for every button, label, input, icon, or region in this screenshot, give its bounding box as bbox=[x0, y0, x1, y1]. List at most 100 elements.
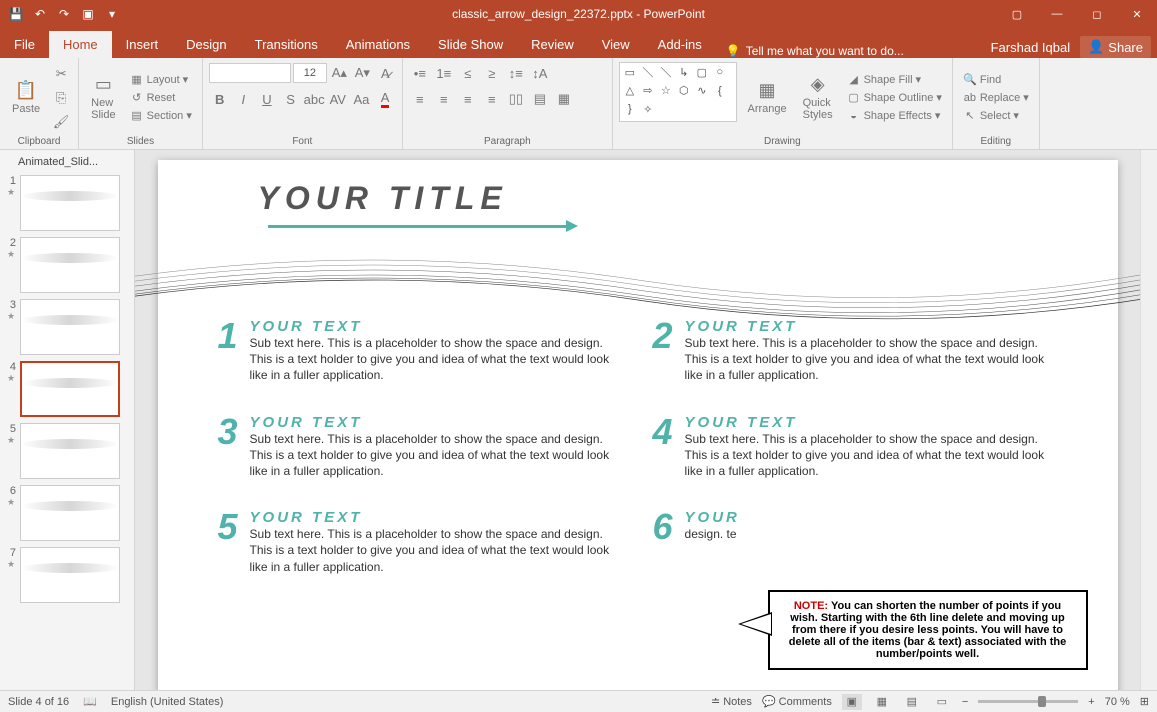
bold-button[interactable]: B bbox=[209, 88, 231, 110]
zoom-level[interactable]: 70 % bbox=[1105, 696, 1130, 708]
zoom-slider[interactable] bbox=[978, 700, 1078, 703]
tab-addins[interactable]: Add-ins bbox=[644, 31, 716, 58]
normal-view-button[interactable]: ▣ bbox=[842, 694, 862, 710]
slide[interactable]: YOUR TITLE 1YOUR TEXTSub text here. This… bbox=[158, 160, 1118, 690]
arrange-button[interactable]: ▦ Arrange bbox=[741, 62, 792, 133]
shape-fill-button[interactable]: ◢Shape Fill▾ bbox=[843, 72, 946, 88]
decrease-font-button[interactable]: A▾ bbox=[352, 62, 373, 84]
change-case-button[interactable]: Aa bbox=[351, 88, 373, 110]
slide-sorter-button[interactable]: ▦ bbox=[872, 694, 892, 710]
shape-rect-icon: ▢ bbox=[694, 65, 710, 79]
paste-button[interactable]: 📋 Paste bbox=[6, 62, 46, 133]
slide-title[interactable]: YOUR TITLE bbox=[258, 180, 1078, 217]
align-left-button[interactable]: ≡ bbox=[409, 88, 431, 110]
decrease-indent-button[interactable]: ≤ bbox=[457, 62, 479, 84]
layout-button[interactable]: ▦Layout▾ bbox=[126, 72, 196, 88]
slide-thumbnail-2[interactable] bbox=[20, 237, 120, 293]
content-point[interactable]: 1YOUR TEXTSub text here. This is a place… bbox=[218, 318, 623, 384]
new-slide-button[interactable]: ▭ New Slide bbox=[85, 62, 121, 133]
tell-me-search[interactable]: 💡 Tell me what you want to do... bbox=[726, 44, 904, 58]
select-button[interactable]: ↖Select▾ bbox=[959, 108, 1033, 124]
tab-design[interactable]: Design bbox=[172, 31, 240, 58]
content-point[interactable]: 3YOUR TEXTSub text here. This is a place… bbox=[218, 414, 623, 480]
align-center-button[interactable]: ≡ bbox=[433, 88, 455, 110]
align-right-button[interactable]: ≡ bbox=[457, 88, 479, 110]
font-size-select[interactable] bbox=[293, 63, 327, 83]
undo-icon[interactable]: ↶ bbox=[32, 6, 48, 22]
content-point[interactable]: 4YOUR TEXTSub text here. This is a place… bbox=[653, 414, 1058, 480]
replace-button[interactable]: abReplace▾ bbox=[959, 90, 1033, 106]
line-spacing-button[interactable]: ↕≡ bbox=[505, 62, 527, 84]
strikethrough-button[interactable]: S bbox=[280, 88, 302, 110]
notes-button[interactable]: ≐ Notes bbox=[711, 695, 752, 708]
zoom-in-button[interactable]: + bbox=[1088, 696, 1094, 708]
smartart-button[interactable]: ▦ bbox=[553, 88, 575, 110]
slide-thumbnail-6[interactable] bbox=[20, 485, 120, 541]
tab-file[interactable]: File bbox=[0, 31, 49, 58]
align-text-button[interactable]: ▤ bbox=[529, 88, 551, 110]
content-point[interactable]: 5YOUR TEXTSub text here. This is a place… bbox=[218, 509, 623, 575]
shape-effects-button[interactable]: ◒Shape Effects▾ bbox=[843, 108, 946, 124]
tab-transitions[interactable]: Transitions bbox=[241, 31, 332, 58]
find-button[interactable]: 🔍Find bbox=[959, 72, 1033, 88]
slide-thumbnail-1[interactable] bbox=[20, 175, 120, 231]
close-button[interactable]: ✕ bbox=[1117, 0, 1157, 28]
tab-slideshow[interactable]: Slide Show bbox=[424, 31, 517, 58]
columns-button[interactable]: ▯▯ bbox=[505, 88, 527, 110]
vertical-scrollbar[interactable] bbox=[1140, 150, 1157, 690]
thumbs-section-header[interactable]: Animated_Slid... bbox=[0, 154, 134, 172]
start-from-beginning-icon[interactable]: ▣ bbox=[80, 6, 96, 22]
language-status[interactable]: English (United States) bbox=[111, 696, 224, 708]
text-direction-button[interactable]: ↕A bbox=[529, 62, 551, 84]
slide-thumbnail-4[interactable] bbox=[20, 361, 120, 417]
underline-button[interactable]: U bbox=[256, 88, 278, 110]
shape-outline-button[interactable]: ▢Shape Outline▾ bbox=[843, 90, 946, 106]
increase-font-button[interactable]: A▴ bbox=[329, 62, 350, 84]
slide-canvas-area[interactable]: YOUR TITLE 1YOUR TEXTSub text here. This… bbox=[135, 150, 1140, 690]
shapes-gallery[interactable]: ▭ ＼ ＼ ↳ ▢ ○ △ ⇨ ☆ ⬡ ∿ { } ✧ bbox=[619, 62, 738, 122]
tab-view[interactable]: View bbox=[588, 31, 644, 58]
zoom-out-button[interactable]: − bbox=[962, 696, 968, 708]
format-painter-button[interactable]: 🖌 bbox=[50, 111, 72, 133]
slide-thumbnail-5[interactable] bbox=[20, 423, 120, 479]
quick-styles-button[interactable]: ◈ Quick Styles bbox=[797, 62, 839, 133]
font-color-button[interactable]: A bbox=[374, 88, 396, 110]
zoom-thumb[interactable] bbox=[1038, 696, 1046, 707]
italic-button[interactable]: I bbox=[232, 88, 254, 110]
content-point[interactable]: 6YOURdesign. te bbox=[653, 509, 1058, 575]
maximize-button[interactable]: ◻ bbox=[1077, 0, 1117, 28]
note-callout[interactable]: NOTE: You can shorten the number of poin… bbox=[768, 590, 1088, 670]
tab-home[interactable]: Home bbox=[49, 31, 112, 58]
user-name[interactable]: Farshad Iqbal bbox=[991, 40, 1071, 55]
bullets-button[interactable]: •≡ bbox=[409, 62, 431, 84]
slideshow-view-button[interactable]: ▭ bbox=[932, 694, 952, 710]
save-icon[interactable]: 💾 bbox=[8, 6, 24, 22]
tab-review[interactable]: Review bbox=[517, 31, 588, 58]
numbering-button[interactable]: 1≡ bbox=[433, 62, 455, 84]
slide-counter[interactable]: Slide 4 of 16 bbox=[8, 696, 69, 708]
content-point[interactable]: 2YOUR TEXTSub text here. This is a place… bbox=[653, 318, 1058, 384]
font-family-select[interactable] bbox=[209, 63, 291, 83]
redo-icon[interactable]: ↷ bbox=[56, 6, 72, 22]
copy-button[interactable]: ⎘ bbox=[50, 87, 72, 109]
minimize-button[interactable]: — bbox=[1037, 0, 1077, 28]
tab-animations[interactable]: Animations bbox=[332, 31, 424, 58]
increase-indent-button[interactable]: ≥ bbox=[481, 62, 503, 84]
shadow-button[interactable]: abc bbox=[303, 88, 325, 110]
comments-button[interactable]: 💬 Comments bbox=[762, 695, 832, 708]
justify-button[interactable]: ≡ bbox=[481, 88, 503, 110]
reading-view-button[interactable]: ▤ bbox=[902, 694, 922, 710]
tab-insert[interactable]: Insert bbox=[112, 31, 173, 58]
share-button[interactable]: 👤 Share bbox=[1080, 36, 1151, 58]
fit-to-window-button[interactable]: ⊞ bbox=[1140, 695, 1149, 708]
ribbon-display-options-icon[interactable]: ▢ bbox=[997, 0, 1037, 28]
cut-button[interactable]: ✂ bbox=[50, 63, 72, 85]
section-button[interactable]: ▤Section▾ bbox=[126, 108, 196, 124]
clear-formatting-button[interactable]: A̷ bbox=[375, 62, 396, 84]
reset-button[interactable]: ↺Reset bbox=[126, 90, 196, 106]
spellcheck-icon[interactable]: 📖 bbox=[83, 695, 97, 708]
slide-thumbnail-3[interactable] bbox=[20, 299, 120, 355]
qat-more-icon[interactable]: ▾ bbox=[104, 6, 120, 22]
character-spacing-button[interactable]: AV bbox=[327, 88, 349, 110]
slide-thumbnail-7[interactable] bbox=[20, 547, 120, 603]
